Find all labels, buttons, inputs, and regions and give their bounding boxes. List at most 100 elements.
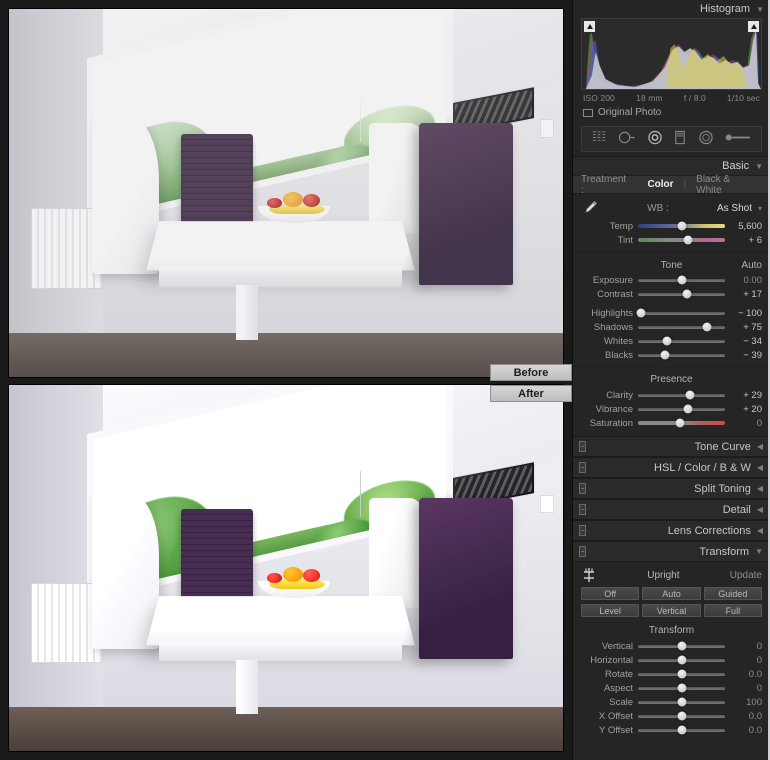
- before-photo-pane[interactable]: [8, 8, 564, 378]
- slider-track[interactable]: [638, 221, 725, 231]
- panel-header-hsl-color-bw[interactable]: HSL / Color / B & W ◀: [573, 457, 770, 478]
- slider-knob[interactable]: [677, 275, 686, 285]
- upright-vertical-button[interactable]: Vertical: [642, 604, 701, 617]
- crop-overlay-tool-icon[interactable]: [592, 130, 607, 148]
- slider-vertical[interactable]: Vertical 0: [573, 639, 770, 653]
- slider-track[interactable]: [638, 322, 725, 332]
- slider-track[interactable]: [638, 697, 725, 707]
- slider-track[interactable]: [638, 669, 725, 679]
- slider-knob[interactable]: [683, 235, 693, 245]
- slider-knob[interactable]: [677, 655, 686, 665]
- slider-knob[interactable]: [683, 404, 693, 414]
- slider-knob[interactable]: [677, 641, 686, 651]
- slider-track[interactable]: [638, 350, 725, 360]
- upright-off-button[interactable]: Off: [581, 587, 640, 600]
- slider-highlights[interactable]: Highlights − 100: [573, 306, 770, 320]
- panel-header-lens-corrections[interactable]: Lens Corrections ◀: [573, 520, 770, 541]
- red-eye-correction-tool-icon[interactable]: [647, 130, 663, 148]
- slider-temp[interactable]: Temp 5,600: [573, 219, 770, 233]
- radial-filter-tool-icon[interactable]: [698, 130, 714, 148]
- upright-tool-icon[interactable]: [581, 567, 597, 583]
- chevron-down-icon[interactable]: ▼: [755, 547, 763, 556]
- slider-contrast[interactable]: Contrast + 17: [573, 287, 770, 301]
- panel-switch-icon[interactable]: [579, 504, 586, 515]
- upright-full-button[interactable]: Full: [703, 604, 762, 617]
- shadow-clipping-indicator[interactable]: [584, 21, 595, 32]
- before-label[interactable]: Before: [490, 364, 572, 381]
- slider-tint[interactable]: Tint + 6: [573, 233, 770, 247]
- slider-exposure[interactable]: Exposure 0.00: [573, 273, 770, 287]
- panel-switch-icon[interactable]: [579, 441, 586, 452]
- after-photo-pane[interactable]: [8, 384, 564, 752]
- slider-track[interactable]: [638, 289, 725, 299]
- panel-switch-icon[interactable]: [579, 462, 586, 473]
- chevron-left-icon[interactable]: ◀: [757, 463, 763, 472]
- slider-scale[interactable]: Scale 100: [573, 695, 770, 709]
- slider-knob[interactable]: [636, 308, 646, 318]
- upright-level-button[interactable]: Level: [581, 604, 640, 617]
- slider-track[interactable]: [638, 336, 725, 346]
- chevron-down-icon[interactable]: ▼: [756, 5, 764, 14]
- after-label[interactable]: After: [490, 385, 572, 402]
- slider-whites[interactable]: Whites − 34: [573, 334, 770, 348]
- slider-track[interactable]: [638, 390, 725, 400]
- chevron-left-icon[interactable]: ◀: [757, 484, 763, 493]
- slider-vibrance[interactable]: Vibrance + 20: [573, 402, 770, 416]
- upright-update-button[interactable]: Update: [730, 570, 762, 581]
- slider-track[interactable]: [638, 711, 725, 721]
- histogram-chart[interactable]: [581, 18, 762, 90]
- panel-header-transform[interactable]: Transform ▼: [573, 541, 770, 562]
- spot-removal-tool-icon[interactable]: [618, 130, 635, 148]
- slider-knob[interactable]: [677, 725, 686, 735]
- slider-knob[interactable]: [660, 350, 670, 360]
- slider-track[interactable]: [638, 275, 725, 285]
- slider-aspect[interactable]: Aspect 0: [573, 681, 770, 695]
- upright-guided-button[interactable]: Guided: [703, 587, 762, 600]
- slider-track[interactable]: [638, 683, 725, 693]
- tone-auto-button[interactable]: Auto: [728, 260, 762, 271]
- slider-knob[interactable]: [702, 322, 712, 332]
- slider-knob[interactable]: [677, 221, 686, 231]
- slider-knob[interactable]: [685, 390, 695, 400]
- wb-value[interactable]: As Shot: [717, 203, 752, 214]
- chevron-down-icon[interactable]: ▾: [758, 204, 762, 213]
- slider-y-offset[interactable]: Y Offset 0.0: [573, 723, 770, 737]
- panel-header-detail[interactable]: Detail ◀: [573, 499, 770, 520]
- panel-switch-icon[interactable]: [579, 546, 586, 557]
- slider-knob[interactable]: [677, 711, 686, 721]
- white-balance-selector-icon[interactable]: [581, 199, 599, 217]
- slider-track[interactable]: [638, 235, 725, 245]
- slider-knob[interactable]: [677, 683, 686, 693]
- slider-rotate[interactable]: Rotate 0.0: [573, 667, 770, 681]
- slider-knob[interactable]: [677, 697, 686, 707]
- panel-switch-icon[interactable]: [579, 525, 586, 536]
- slider-blacks[interactable]: Blacks − 39: [573, 348, 770, 362]
- panel-switch-icon[interactable]: [579, 483, 586, 494]
- panel-header-split-toning[interactable]: Split Toning ◀: [573, 478, 770, 499]
- slider-saturation[interactable]: Saturation 0: [573, 416, 770, 430]
- slider-track[interactable]: [638, 725, 725, 735]
- slider-track[interactable]: [638, 418, 725, 428]
- slider-x-offset[interactable]: X Offset 0.0: [573, 709, 770, 723]
- chevron-down-icon[interactable]: ▼: [755, 162, 763, 171]
- slider-horizontal[interactable]: Horizontal 0: [573, 653, 770, 667]
- slider-track[interactable]: [638, 641, 725, 651]
- slider-clarity[interactable]: Clarity + 29: [573, 388, 770, 402]
- adjustment-brush-tool-icon[interactable]: [725, 130, 751, 148]
- chevron-left-icon[interactable]: ◀: [757, 442, 763, 451]
- slider-knob[interactable]: [682, 289, 692, 299]
- chevron-left-icon[interactable]: ◀: [757, 526, 763, 535]
- slider-track[interactable]: [636, 308, 725, 318]
- slider-track[interactable]: [638, 404, 725, 414]
- slider-shadows[interactable]: Shadows + 75: [573, 320, 770, 334]
- graduated-filter-tool-icon[interactable]: [674, 130, 686, 148]
- slider-knob[interactable]: [662, 336, 672, 346]
- chevron-left-icon[interactable]: ◀: [757, 505, 763, 514]
- treatment-option-black-and-white[interactable]: Black & White: [692, 174, 762, 196]
- histogram-header[interactable]: Histogram ▼: [573, 0, 770, 18]
- panel-header-tone-curve[interactable]: Tone Curve ◀: [573, 436, 770, 457]
- slider-track[interactable]: [638, 655, 725, 665]
- highlight-clipping-indicator[interactable]: [748, 21, 759, 32]
- treatment-option-color[interactable]: Color: [643, 179, 677, 190]
- slider-knob[interactable]: [675, 418, 685, 428]
